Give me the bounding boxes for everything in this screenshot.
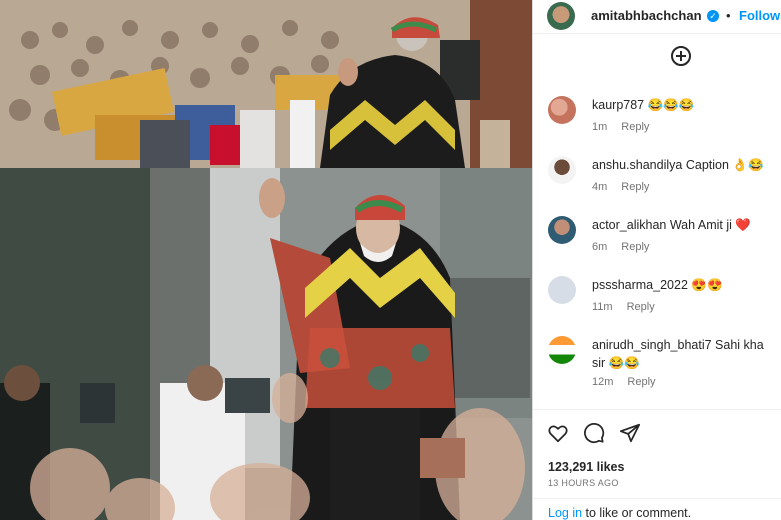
commenter-avatar[interactable] bbox=[548, 336, 576, 364]
reply-button[interactable]: Reply bbox=[621, 181, 649, 193]
author-username[interactable]: amitabhbachchan bbox=[591, 8, 702, 23]
commenter-username[interactable]: psssharma_2022 bbox=[592, 278, 688, 292]
comment-time: 1m bbox=[592, 121, 608, 133]
comment-text: psssharma_2022 😍😍 bbox=[592, 276, 781, 294]
commenter-username[interactable]: anirudh_singh_bhati7 bbox=[592, 338, 712, 352]
login-link[interactable]: Log in bbox=[548, 506, 582, 520]
reply-button[interactable]: Reply bbox=[621, 121, 649, 133]
comment-body: Caption 👌😂 bbox=[685, 158, 764, 172]
crowd-scene-top bbox=[0, 0, 532, 168]
comment-meta: 6m Reply bbox=[592, 241, 663, 253]
actions-divider bbox=[533, 409, 781, 410]
share-icon[interactable] bbox=[619, 422, 641, 444]
comment-time: 11m bbox=[592, 301, 613, 313]
commenter-avatar[interactable] bbox=[548, 156, 576, 184]
commenter-avatar[interactable] bbox=[548, 276, 576, 304]
comment-text: anirudh_singh_bhati7 Sahi kha sir 😂😂 bbox=[592, 336, 772, 372]
add-comment-icon[interactable] bbox=[671, 46, 691, 66]
follow-button[interactable]: Follow bbox=[739, 8, 780, 23]
heart-icon[interactable] bbox=[547, 422, 569, 444]
comment-body: 😍😍 bbox=[691, 278, 723, 292]
comment-text: kaurp787 😂😂😂 bbox=[592, 96, 781, 114]
likes-count[interactable]: 123,291 likes bbox=[548, 460, 624, 474]
reply-button[interactable]: Reply bbox=[621, 241, 649, 253]
comment-body: 😂😂😂 bbox=[647, 98, 695, 112]
commenter-username[interactable]: anshu.shandilya bbox=[592, 158, 682, 172]
comment-meta: 11m Reply bbox=[592, 301, 669, 313]
verified-badge-icon: ✓ bbox=[707, 10, 719, 22]
comment-text: anshu.shandilya Caption 👌😂 bbox=[592, 156, 781, 174]
post-side-panel: amitabhbachchan ✓ • Follow kaurp787 😂😂😂 … bbox=[532, 0, 781, 520]
comment-time: 4m bbox=[592, 181, 608, 193]
comment-meta: 12m Reply bbox=[592, 376, 670, 388]
photo-amitabh-waving bbox=[0, 168, 532, 520]
post-header: amitabhbachchan ✓ • Follow bbox=[533, 0, 781, 32]
comment-meta: 1m Reply bbox=[592, 121, 663, 133]
commenter-avatar[interactable] bbox=[548, 96, 576, 124]
author-avatar[interactable] bbox=[547, 2, 575, 30]
commenter-avatar[interactable] bbox=[548, 216, 576, 244]
header-divider bbox=[533, 33, 781, 34]
post-photo[interactable] bbox=[0, 0, 532, 520]
comment-body: Wah Amit ji ❤️ bbox=[669, 218, 751, 232]
post-timestamp: 13 HOURS AGO bbox=[548, 478, 619, 488]
comment-time: 12m bbox=[592, 376, 614, 388]
reply-button[interactable]: Reply bbox=[627, 301, 655, 313]
login-rest-text: to like or comment. bbox=[582, 506, 692, 520]
commenter-username[interactable]: kaurp787 bbox=[592, 98, 644, 112]
waving-scene bbox=[0, 168, 532, 520]
separator-dot: • bbox=[726, 8, 731, 23]
comment-meta: 4m Reply bbox=[592, 181, 663, 193]
photo-crowd-top bbox=[0, 0, 532, 168]
reply-button[interactable]: Reply bbox=[627, 376, 655, 388]
commenter-username[interactable]: actor_alikhan bbox=[592, 218, 666, 232]
footer-divider bbox=[533, 498, 781, 499]
comment-time: 6m bbox=[592, 241, 608, 253]
comment-text: actor_alikhan Wah Amit ji ❤️ bbox=[592, 216, 781, 234]
login-prompt: Log in to like or comment. bbox=[548, 506, 691, 520]
comment-icon[interactable] bbox=[583, 422, 605, 444]
